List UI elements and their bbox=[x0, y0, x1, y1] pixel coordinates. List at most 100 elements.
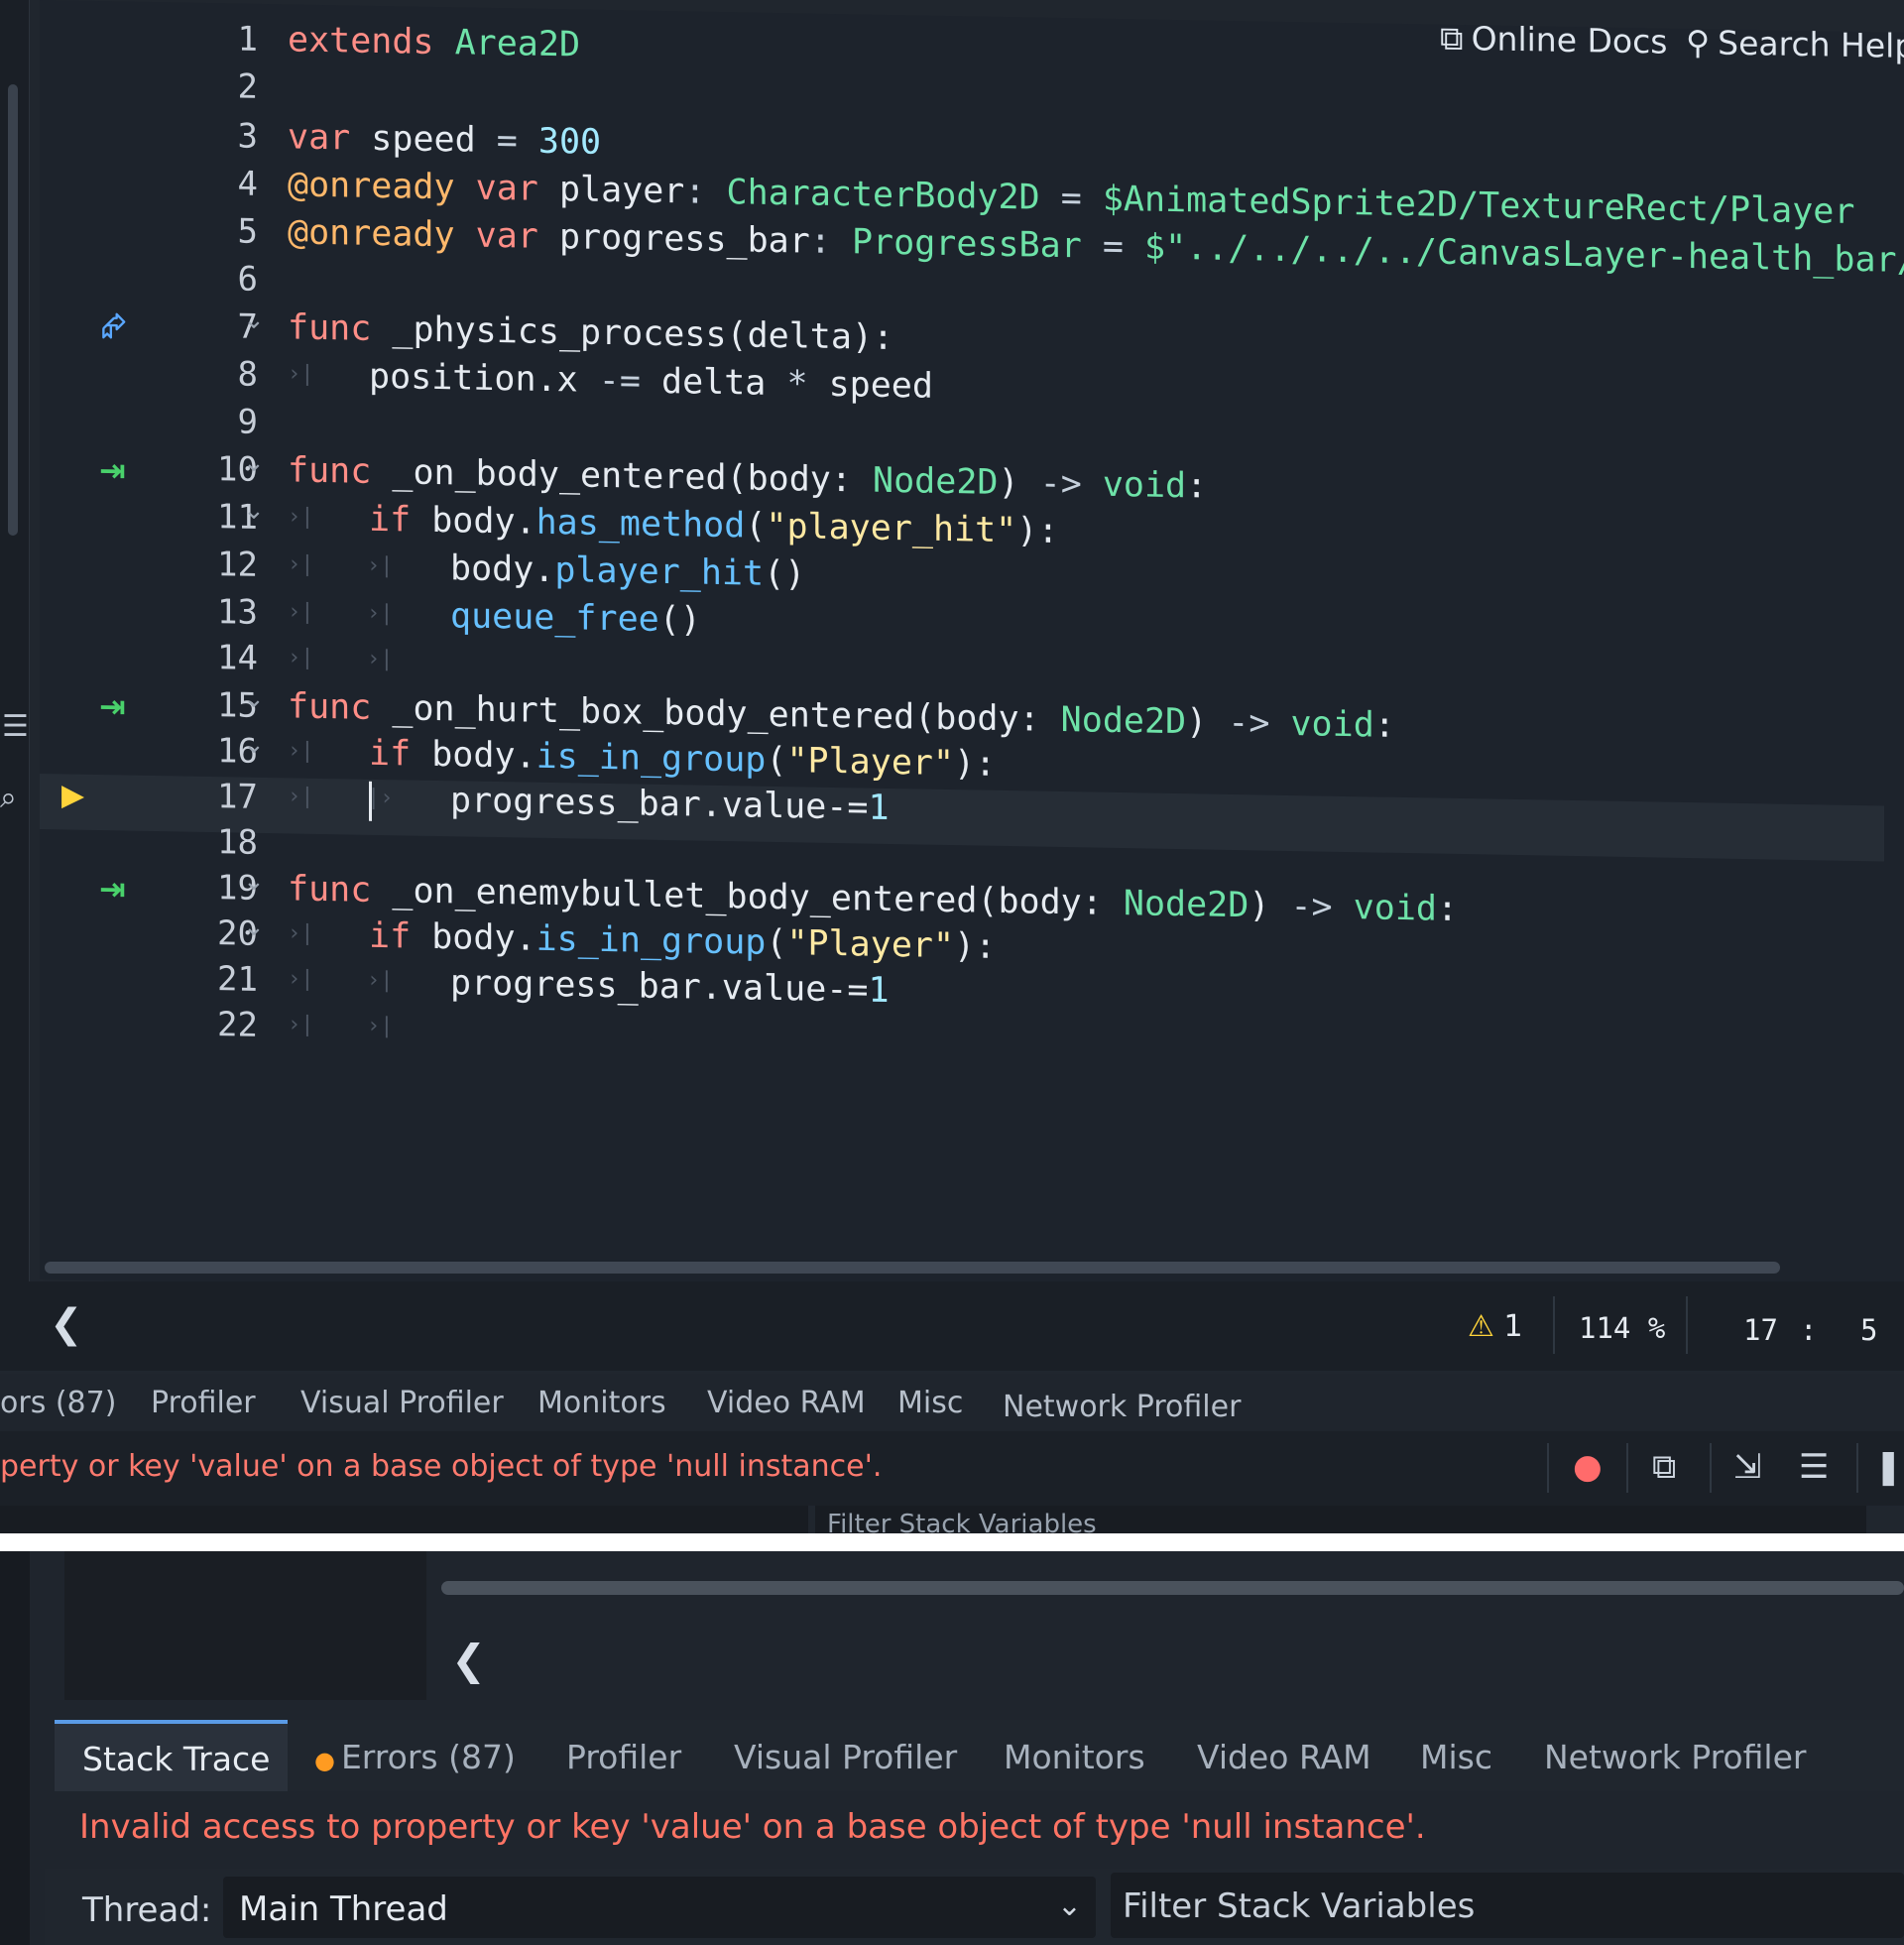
left-edge bbox=[0, 1551, 30, 1945]
tab-indent-icon: ›| bbox=[288, 551, 314, 577]
vertical-scrollbar[interactable] bbox=[8, 84, 18, 536]
line-number[interactable]: 3 bbox=[129, 115, 258, 156]
code-token: body. bbox=[431, 916, 536, 959]
script-editor[interactable]: ⧉ Online Docs ⚲ Search Help 1 extends Area2… bbox=[40, 0, 1904, 1312]
horizontal-scrollbar[interactable] bbox=[441, 1581, 1904, 1595]
code-text[interactable]: progress_bar.value-=1 bbox=[369, 781, 890, 828]
line-number[interactable]: 18 bbox=[129, 821, 258, 863]
code-token: progress_bar.value-= bbox=[450, 963, 869, 1011]
line-number[interactable]: 7 bbox=[129, 305, 258, 346]
empty-panel bbox=[64, 1551, 426, 1700]
code-token: is_in_group bbox=[536, 736, 767, 781]
tab-stack-trace[interactable]: Stack Trace bbox=[55, 1720, 288, 1791]
code-token: : bbox=[684, 172, 727, 213]
line-number[interactable]: 15 bbox=[129, 684, 258, 726]
line-number[interactable]: 4 bbox=[129, 163, 258, 203]
fold-chevron-icon[interactable]: ⌄ bbox=[243, 684, 265, 714]
code-text[interactable]: position.x -= delta * speed bbox=[369, 357, 933, 407]
tab-visual-profiler[interactable]: Visual Profiler bbox=[734, 1738, 957, 1776]
code-text[interactable]: body.player_hit() bbox=[450, 548, 805, 594]
line-number[interactable]: 6 bbox=[129, 258, 258, 299]
code-token: delta bbox=[661, 361, 767, 404]
code-token: : bbox=[1186, 466, 1208, 507]
tab-errors[interactable]: ● Errors (87) bbox=[314, 1738, 516, 1776]
list-icon[interactable]: ☰ bbox=[2, 712, 29, 742]
copy-icon[interactable]: ⧉ bbox=[1652, 1447, 1676, 1487]
zoom-level[interactable]: 114 % bbox=[1579, 1311, 1665, 1345]
code-token: if bbox=[369, 915, 412, 957]
record-icon[interactable]: ● bbox=[1573, 1447, 1603, 1487]
override-method-icon[interactable]: ⮳ bbox=[101, 306, 127, 345]
step-into-icon[interactable]: ⇲ bbox=[1733, 1447, 1762, 1487]
code-text[interactable]: queue_free() bbox=[450, 596, 701, 640]
fold-chevron-icon[interactable]: ⌄ bbox=[243, 867, 265, 897]
line-number[interactable]: 16 bbox=[129, 730, 258, 772]
code-text[interactable]: var speed = 300 bbox=[288, 117, 601, 163]
horizontal-scrollbar[interactable] bbox=[45, 1262, 1780, 1274]
thread-select-partial[interactable] bbox=[0, 1506, 808, 1533]
line-number[interactable]: 12 bbox=[129, 544, 258, 585]
code-text[interactable]: progress_bar.value-=1 bbox=[450, 963, 890, 1011]
code-token: var bbox=[288, 117, 351, 159]
code-token: progress_bar.value-= bbox=[450, 781, 869, 828]
signal-connection-icon[interactable]: ⇥ bbox=[99, 687, 126, 725]
fold-chevron-icon[interactable]: ⌄ bbox=[243, 448, 265, 478]
step-over-icon[interactable]: ☰ bbox=[1799, 1447, 1829, 1487]
chevron-left-icon[interactable]: ❮ bbox=[50, 1301, 83, 1347]
fold-chevron-icon[interactable]: ⌄ bbox=[243, 912, 265, 942]
tab-network-profiler[interactable]: Network Profiler bbox=[1544, 1738, 1806, 1776]
fold-chevron-icon[interactable]: ⌄ bbox=[243, 730, 265, 760]
chevron-left-icon[interactable]: ❮ bbox=[451, 1636, 486, 1684]
tab-errors[interactable]: ors (87) bbox=[0, 1386, 116, 1420]
tab-profiler[interactable]: Profiler bbox=[566, 1738, 681, 1776]
tab-indent-icon: ›| bbox=[288, 599, 314, 625]
warning-count[interactable]: ⚠ 1 bbox=[1468, 1309, 1523, 1344]
fold-chevron-icon[interactable]: ⌄ bbox=[243, 305, 265, 335]
cursor-column: 5 bbox=[1860, 1313, 1878, 1347]
tab-profiler[interactable]: Profiler bbox=[151, 1386, 256, 1420]
code-token: queue_free bbox=[450, 596, 659, 640]
signal-connection-icon[interactable]: ⇥ bbox=[99, 451, 126, 489]
search-icon[interactable]: ⌕ bbox=[0, 784, 17, 813]
thread-select[interactable]: Main Thread ⌄ bbox=[223, 1877, 1096, 1938]
filter-field-partial[interactable]: Filter Stack Variables bbox=[815, 1506, 1866, 1533]
tab-indent-icon: ›| bbox=[367, 1013, 394, 1039]
code-token: ): bbox=[954, 926, 997, 967]
line-number[interactable]: 11 bbox=[129, 496, 258, 538]
tab-misc[interactable]: Misc bbox=[1420, 1738, 1492, 1776]
line-number[interactable]: 21 bbox=[129, 958, 258, 1000]
tab-video-ram[interactable]: Video RAM bbox=[1197, 1738, 1371, 1776]
line-number[interactable]: 13 bbox=[129, 591, 258, 633]
signal-connection-icon[interactable]: ⇥ bbox=[99, 870, 126, 908]
code-token: = bbox=[1039, 178, 1103, 219]
line-number[interactable]: 2 bbox=[129, 65, 258, 106]
line-number[interactable]: 20 bbox=[129, 912, 258, 954]
pause-icon[interactable]: ❚❚ bbox=[1874, 1447, 1904, 1487]
line-number[interactable]: 14 bbox=[129, 637, 258, 678]
line-number[interactable]: 1 bbox=[129, 18, 258, 59]
line-number[interactable]: 10 bbox=[129, 448, 258, 490]
code-token: position.x bbox=[369, 356, 578, 401]
fold-chevron-icon[interactable]: ⌄ bbox=[243, 496, 265, 526]
tab-monitors[interactable]: Monitors bbox=[1004, 1738, 1145, 1776]
code-token: @onready bbox=[288, 212, 455, 256]
line-number[interactable]: 17 bbox=[129, 776, 258, 817]
code-text[interactable]: extends Area2D bbox=[288, 20, 580, 64]
tab-visual-profiler[interactable]: Visual Profiler bbox=[300, 1386, 504, 1420]
line-number[interactable]: 5 bbox=[129, 210, 258, 251]
code-token: body. bbox=[431, 500, 536, 543]
filter-stack-variables-input[interactable]: Filter Stack Variables bbox=[1111, 1873, 1904, 1938]
tab-monitors[interactable]: Monitors bbox=[537, 1386, 666, 1420]
line-number[interactable]: 19 bbox=[129, 867, 258, 909]
line-number[interactable]: 8 bbox=[129, 353, 258, 394]
tab-network-profiler[interactable]: Network Profiler bbox=[1003, 1390, 1241, 1424]
line-number[interactable]: 9 bbox=[129, 401, 258, 441]
line-number[interactable]: 22 bbox=[129, 1004, 258, 1045]
tab-misc[interactable]: Misc bbox=[897, 1386, 963, 1420]
code-token: is_in_group bbox=[536, 918, 767, 963]
tab-video-ram[interactable]: Video RAM bbox=[707, 1386, 866, 1420]
